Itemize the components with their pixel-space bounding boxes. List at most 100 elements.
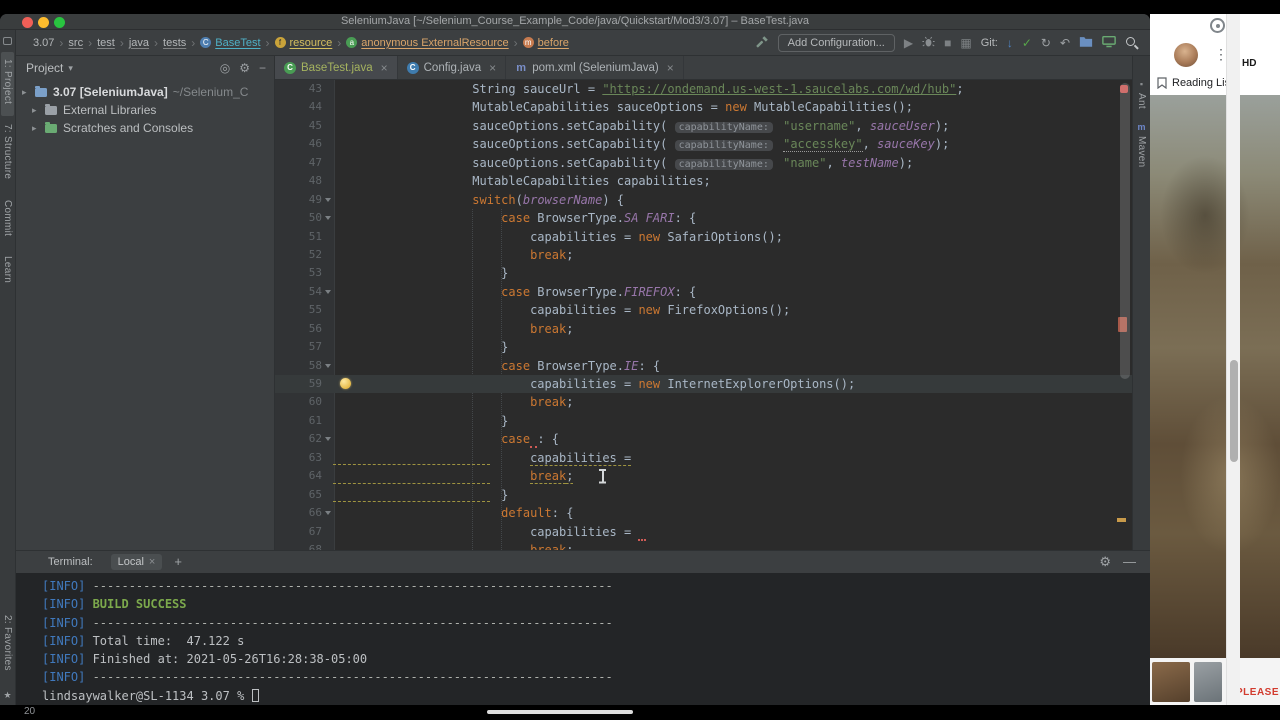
code-line-44[interactable]: 44 MutableCapabilities sauceOptions = ne…: [275, 98, 1132, 116]
code-line-63[interactable]: 63 capabilities =: [275, 449, 1132, 467]
breadcrumb-test[interactable]: test: [97, 37, 115, 49]
page-scrollbar-thumb[interactable]: [1230, 360, 1238, 462]
profiler-grid-icon[interactable]: ▦: [960, 37, 971, 49]
code-editor[interactable]: 43 String sauceUrl = "https://ondemand.u…: [275, 80, 1132, 550]
stop-button[interactable]: ■: [944, 37, 951, 49]
code-line-52[interactable]: 52 break;: [275, 246, 1132, 264]
code-line-67[interactable]: 67 capabilities =: [275, 523, 1132, 541]
toolwindow-button-ant[interactable]: ▪ Ant: [1136, 80, 1147, 109]
code-line-58[interactable]: 58 case BrowserType.IE: {: [275, 357, 1132, 375]
breadcrumb-3-07[interactable]: 3.07: [33, 37, 54, 49]
git-rollback-icon[interactable]: ↶: [1060, 37, 1070, 49]
run-button[interactable]: ▶: [904, 37, 913, 49]
chevron-right-icon[interactable]: ▸: [32, 123, 43, 134]
code-line-49[interactable]: 49 switch(browserName) {: [275, 191, 1132, 209]
reading-list-button[interactable]: Reading List: [1157, 77, 1233, 89]
tree-item-scratches-and-consoles[interactable]: ▸ Scratches and Consoles: [16, 119, 274, 137]
code-line-51[interactable]: 51 capabilities = new SafariOptions();: [275, 228, 1132, 246]
close-icon[interactable]: ×: [149, 556, 155, 568]
code-line-65[interactable]: 65 }: [275, 486, 1132, 504]
new-terminal-tab-button[interactable]: +: [174, 554, 182, 569]
tree-item-3-07-seleniumjava[interactable]: ▸ 3.07 [SeleniumJava] ~/Selenium_C: [16, 83, 274, 101]
code-line-43[interactable]: 43 String sauceUrl = "https://ondemand.u…: [275, 80, 1132, 98]
code-line-60[interactable]: 60 break;: [275, 393, 1132, 411]
code-line-46[interactable]: 46 sauceOptions.setCapability( capabilit…: [275, 135, 1132, 153]
code-line-56[interactable]: 56 break;: [275, 320, 1132, 338]
toolwindow-button-maven[interactable]: m Maven: [1136, 122, 1147, 167]
code-line-62[interactable]: 62 case : {: [275, 430, 1132, 449]
fold-arrow-icon[interactable]: [325, 363, 331, 368]
breadcrumb-tests[interactable]: tests: [163, 37, 186, 49]
hide-panel-icon[interactable]: −: [259, 61, 266, 75]
terminal-output[interactable]: [INFO] ---------------------------------…: [16, 572, 1150, 705]
tab-config-java[interactable]: C Config.java ×: [398, 56, 507, 79]
fold-arrow-icon[interactable]: [325, 216, 331, 221]
terminal-tab-local[interactable]: Local ×: [110, 553, 163, 570]
breadcrumb-before[interactable]: m before: [522, 37, 569, 49]
code-line-50[interactable]: 50 case BrowserType.SA FARI: {: [275, 209, 1132, 227]
terminal-settings-gear-icon[interactable]: ⚙: [1099, 554, 1111, 570]
avatar[interactable]: [1174, 43, 1198, 67]
breadcrumb-basetest[interactable]: C BaseTest: [200, 37, 261, 49]
add-configuration-button[interactable]: Add Configuration...: [777, 33, 895, 52]
breadcrumb-src[interactable]: src: [68, 37, 83, 49]
project-folder-icon[interactable]: [1079, 35, 1093, 50]
favorites-star-icon[interactable]: ★: [3, 690, 11, 701]
code-line-53[interactable]: 53 }: [275, 264, 1132, 282]
fold-arrow-icon[interactable]: [325, 197, 331, 202]
git-commit-icon[interactable]: ✓: [1022, 37, 1032, 49]
code-line-48[interactable]: 48 MutableCapabilities capabilities;: [275, 172, 1132, 190]
close-icon[interactable]: ×: [381, 61, 388, 75]
chevron-right-icon[interactable]: ▸: [32, 105, 43, 116]
git-history-icon[interactable]: ↻: [1041, 37, 1051, 49]
toolwindow-button-1-project[interactable]: 1: Project: [1, 52, 14, 117]
toolwindow-button-commit[interactable]: Commit: [1, 193, 14, 248]
build-hammer-icon[interactable]: [755, 35, 769, 51]
debug-bug-icon[interactable]: [922, 35, 935, 50]
breadcrumb-java[interactable]: java: [129, 37, 149, 49]
search-icon[interactable]: [1125, 36, 1138, 49]
page-scrollbar[interactable]: [1226, 14, 1240, 705]
intention-bulb-icon[interactable]: [340, 378, 351, 389]
settings-gear-icon[interactable]: ⚙: [239, 61, 250, 75]
git-update-icon[interactable]: ↓: [1007, 37, 1013, 49]
editor-scrollbar-thumb[interactable]: [1120, 83, 1130, 379]
toolwindow-button-2-favorites[interactable]: 2: Favorites: [1, 608, 14, 683]
toolwindow-button-learn[interactable]: Learn: [1, 249, 14, 295]
fold-arrow-icon[interactable]: [325, 289, 331, 294]
code-text: break;: [530, 321, 574, 336]
fold-arrow-icon[interactable]: [325, 511, 331, 516]
close-icon[interactable]: ×: [667, 61, 674, 75]
close-icon[interactable]: ×: [489, 61, 496, 75]
code-line-55[interactable]: 55 capabilities = new FirefoxOptions();: [275, 301, 1132, 319]
chevron-down-icon[interactable]: ▾: [68, 63, 73, 74]
breadcrumb-anonymous-externalresource[interactable]: a anonymous ExternalResource: [346, 37, 509, 49]
code-line-66[interactable]: 66 default: {: [275, 504, 1132, 522]
code-line-61[interactable]: 61 }: [275, 412, 1132, 430]
project-panel-header[interactable]: Project ▾ ◎ ⚙ −: [16, 56, 274, 80]
code-line-57[interactable]: 57 }: [275, 338, 1132, 356]
code-line-47[interactable]: 47 sauceOptions.setCapability( capabilit…: [275, 154, 1132, 172]
video-scrubber[interactable]: [487, 710, 633, 714]
tab-basetest-java[interactable]: C BaseTest.java ×: [275, 56, 398, 79]
code-text: capabilities = new InternetExplorerOptio…: [335, 377, 856, 391]
line-number: 47: [308, 155, 322, 169]
fold-arrow-icon[interactable]: [325, 437, 331, 442]
code-line-68[interactable]: 68 break;: [275, 541, 1132, 550]
code-line-64[interactable]: 64 break;: [275, 467, 1132, 485]
locate-target-icon[interactable]: ◎: [220, 61, 230, 75]
code-line-45[interactable]: 45 sauceOptions.setCapability( capabilit…: [275, 117, 1132, 135]
tab-pom-xml-seleniumjava[interactable]: m pom.xml (SeleniumJava) ×: [506, 56, 684, 79]
line-number: 64: [308, 469, 322, 483]
code-line-54[interactable]: 54 case BrowserType.FIREFOX: {: [275, 283, 1132, 301]
tree-item-external-libraries[interactable]: ▸ External Libraries: [16, 101, 274, 119]
terminal-minimize-icon[interactable]: —: [1123, 554, 1136, 570]
record-ring-icon[interactable]: [1210, 18, 1225, 33]
chevron-right-icon[interactable]: ▸: [22, 87, 33, 98]
terminal-monitor-icon[interactable]: [1102, 35, 1116, 50]
title-bar[interactable]: SeleniumJava [~/Selenium_Course_Example_…: [0, 14, 1150, 30]
breadcrumb-resource[interactable]: f resource: [274, 37, 332, 49]
code-line-59[interactable]: 59 capabilities = new InternetExplorerOp…: [275, 375, 1132, 394]
toolwindow-button-7-structure[interactable]: 7: Structure: [1, 117, 14, 191]
editor-scrollbar[interactable]: [1118, 80, 1132, 550]
